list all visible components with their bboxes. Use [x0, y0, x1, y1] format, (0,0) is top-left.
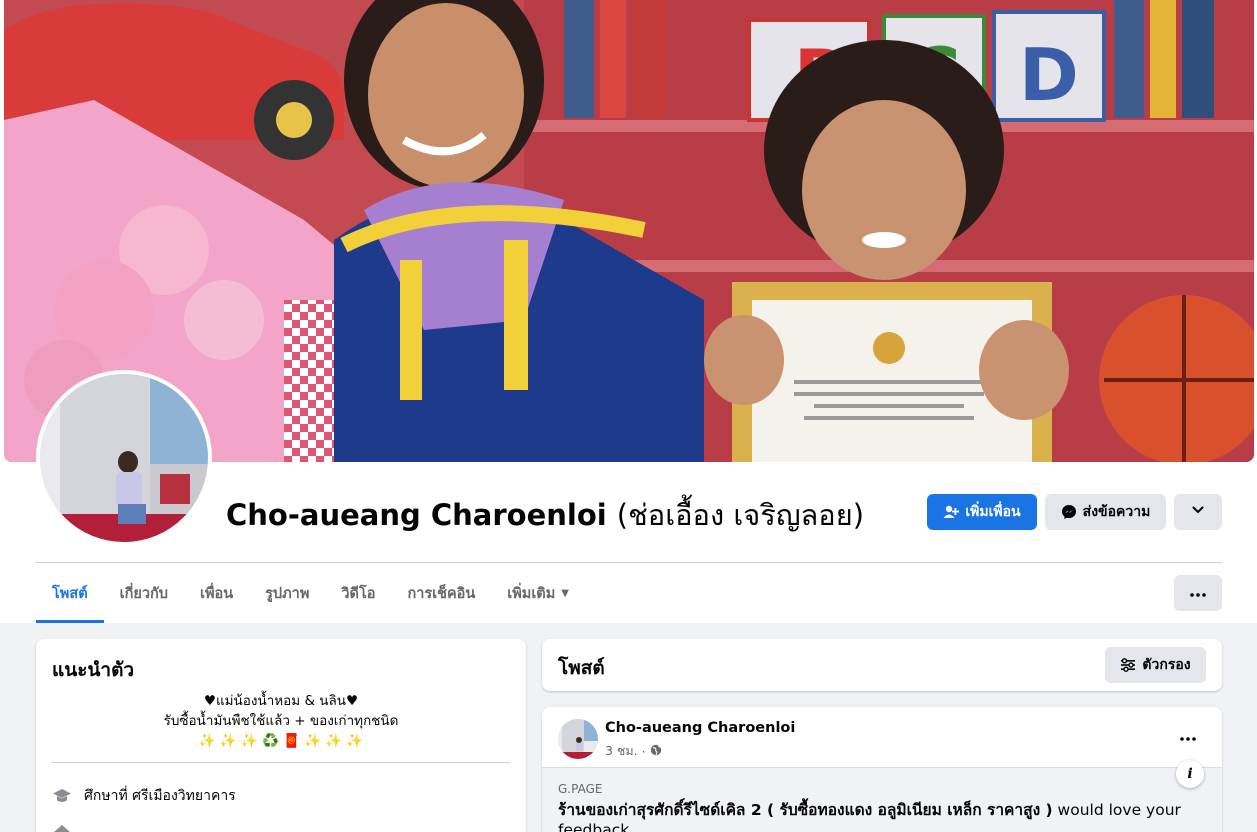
profile-tabs: โพสต์ เกี่ยวกับ เพื่อน รูปภาพ วิดีโอ การ… [36, 563, 585, 623]
profile-header: B C D [0, 0, 1257, 623]
link-title: ร้านของเก่าสุรศักดิ์รีไซด์เคิล 2 ( รับซื… [558, 800, 1208, 832]
tab-friends[interactable]: เพื่อน [184, 563, 249, 623]
post-author-avatar[interactable] [558, 719, 598, 759]
tab-label: เกี่ยวกับ [119, 585, 168, 602]
bio-line: ♥แม่น้องน้ำหอม & นลิน♥ [203, 693, 359, 709]
post-options-button[interactable] [1172, 721, 1204, 753]
intro-bio: ♥แม่น้องน้ำหอม & นลิน♥ รับซื้อน้ำมันพืชใ… [52, 691, 510, 751]
meta-dot: · [641, 743, 646, 759]
messenger-icon [1061, 504, 1077, 520]
location-detail [52, 823, 84, 832]
post-time[interactable]: 3 ชม. [605, 741, 638, 761]
education-detail: ศึกษาที่ ศรีเมืองวิทยาคาร [52, 785, 236, 807]
filter-button[interactable]: ตัวกรอง [1105, 647, 1206, 683]
intro-title: แนะนำตัว [52, 659, 135, 681]
profile-name-alt: (ช่อเอื้อง เจริญลอย) [616, 498, 865, 532]
add-friend-button[interactable]: เพิ่มเพื่อน [927, 494, 1037, 530]
profile-name: Cho-aueang Charoenloi (ช่อเอื้อง เจริญลอ… [226, 492, 864, 538]
intro-card: แนะนำตัว ♥แม่น้องน้ำหอม & นลิน♥ รับซื้อน… [36, 639, 526, 832]
tab-label: เพิ่มเติม [507, 585, 556, 602]
graduation-cap-icon [52, 786, 72, 806]
tab-more[interactable]: เพิ่มเติม ▼ [491, 563, 585, 623]
tab-label: เพื่อน [199, 585, 234, 602]
education-text: ศึกษาที่ ศรีเมืองวิทยาคาร [84, 788, 236, 804]
tab-videos[interactable]: วิดีโอ [325, 563, 391, 623]
profile-name-primary: Cho-aueang Charoenloi [226, 498, 607, 532]
posts-header-card: โพสต์ ตัวกรอง [542, 639, 1222, 691]
ellipsis-icon [1190, 585, 1206, 601]
posts-title: โพสต์ [558, 657, 605, 679]
avatar-photo [40, 374, 208, 542]
tab-label: โพสต์ [52, 585, 88, 602]
cover-illustration: B C D [4, 0, 1254, 462]
info-icon[interactable]: i [1176, 760, 1204, 788]
cover-photo[interactable]: B C D [4, 0, 1254, 462]
intro-divider [52, 762, 510, 763]
ellipsis-icon [1180, 729, 1196, 745]
home-icon [52, 823, 72, 832]
more-options-button[interactable] [1174, 494, 1222, 530]
tabs-more-button[interactable] [1174, 575, 1222, 611]
profile-avatar[interactable] [36, 370, 212, 546]
svg-text:D: D [1019, 33, 1079, 117]
filter-icon [1120, 657, 1136, 673]
link-preview[interactable]: G.PAGE ร้านของเก่าสุรศักดิ์รีไซด์เคิล 2 … [542, 760, 1222, 832]
filter-label: ตัวกรอง [1142, 657, 1191, 673]
post-meta: 3 ชม. · [605, 741, 662, 761]
post-author-name[interactable]: Cho-aueang Charoenloi [605, 720, 795, 736]
post-card: Cho-aueang Charoenloi 3 ชม. · G.PAGE ร้า… [542, 707, 1222, 832]
tab-posts[interactable]: โพสต์ [36, 563, 104, 623]
message-button[interactable]: ส่งข้อความ [1045, 494, 1166, 530]
tab-label: วิดีโอ [341, 585, 376, 602]
caret-down-icon: ▼ [561, 587, 569, 599]
link-domain: G.PAGE [558, 782, 603, 796]
add-friend-label: เพิ่มเพื่อน [965, 504, 1021, 520]
tab-checkins[interactable]: การเช็คอิน [391, 563, 491, 623]
tab-label: รูปภาพ [265, 585, 310, 602]
bio-line: ✨ ✨ ✨ ♻️ 🧧 ✨ ✨ ✨ [198, 733, 364, 749]
globe-icon [650, 744, 662, 759]
tab-photos[interactable]: รูปภาพ [249, 563, 325, 623]
link-title-bold: ร้านของเก่าสุรศักดิ์รีไซด์เคิล 2 ( รับซื… [558, 801, 1053, 819]
tab-label: การเช็คอิน [407, 585, 476, 602]
add-friend-icon [943, 504, 960, 520]
message-label: ส่งข้อความ [1082, 504, 1151, 520]
tab-about[interactable]: เกี่ยวกับ [104, 563, 184, 623]
bio-line: รับซื้อน้ำมันพืชใช้แล้ว + ของเก่าทุกชนิด [163, 713, 399, 729]
chevron-down-icon [1191, 503, 1205, 521]
